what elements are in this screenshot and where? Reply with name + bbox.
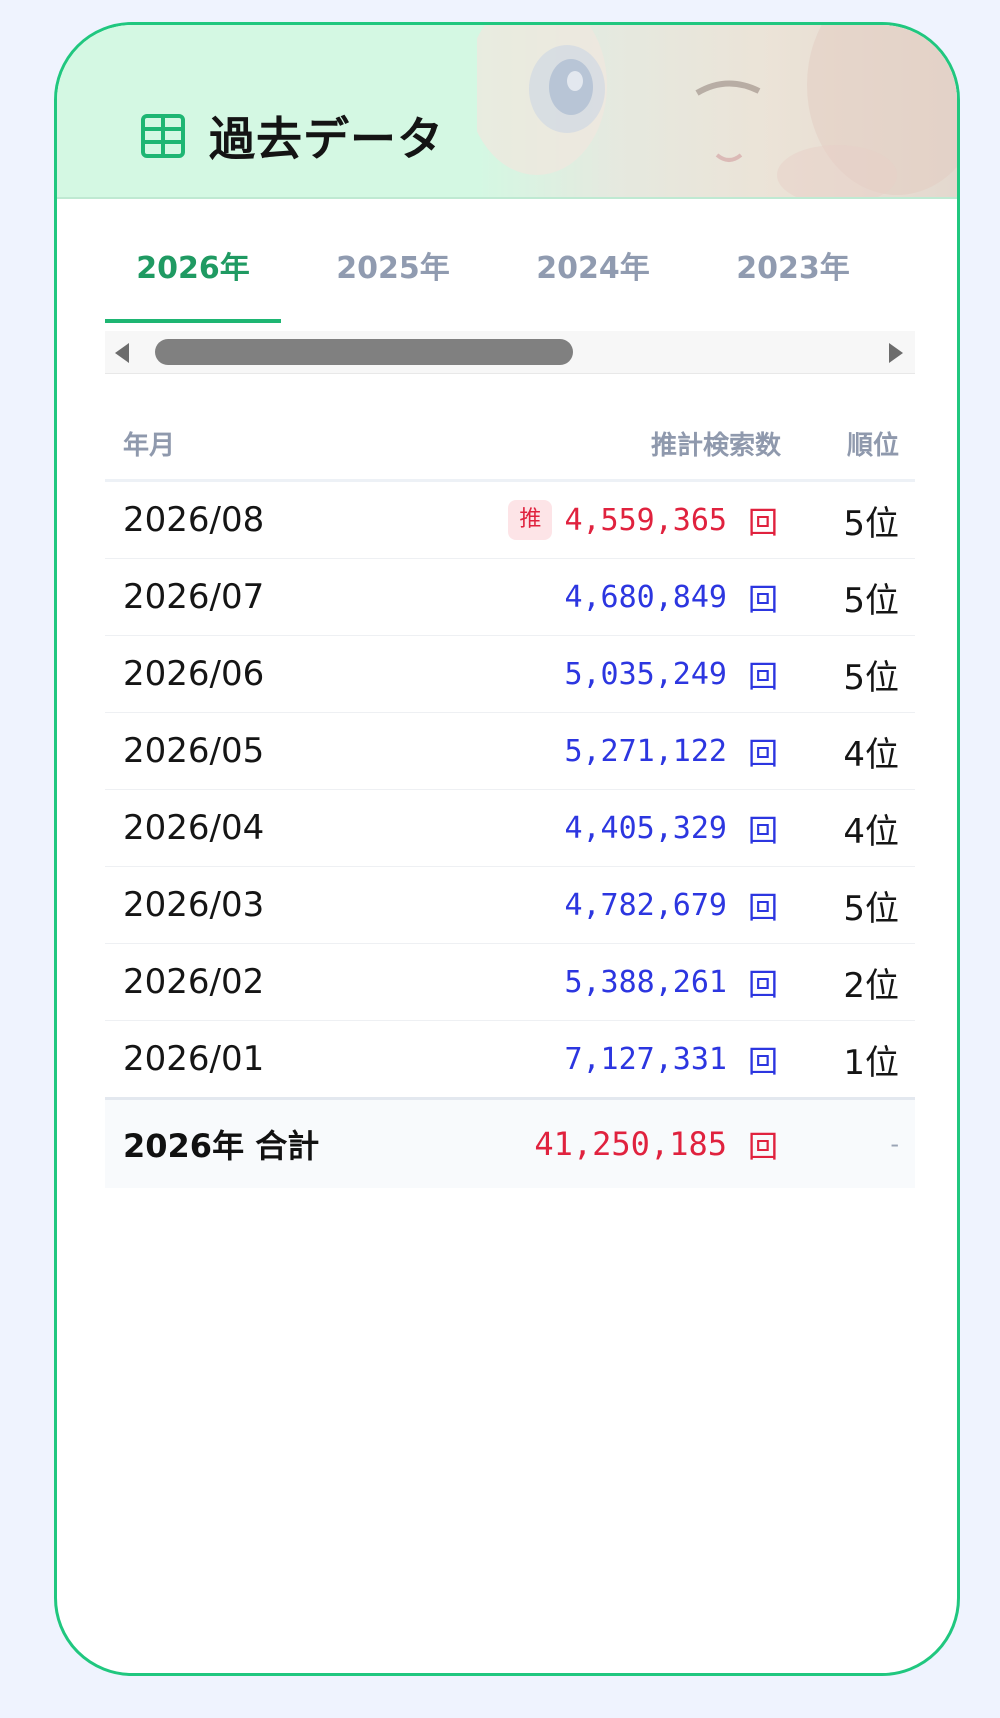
row-unit: 回	[748, 506, 778, 541]
row-unit: 回	[748, 737, 778, 772]
table-row: 2026/07 4,680,849 回 5位	[105, 558, 915, 636]
row-count: 4,782,679	[564, 887, 727, 923]
row-unit: 回	[748, 583, 778, 618]
column-header-rank: 順位	[781, 407, 915, 482]
table-row: 2026/08 推 4,559,365 回 5位	[105, 480, 915, 559]
past-data-card: 過去データ 2026年 2025年 2024年 2023年 年月 推計検索数 順…	[54, 22, 960, 1676]
row-rank: 5位	[843, 503, 899, 544]
row-rank: 5位	[843, 580, 899, 621]
active-tab-indicator	[105, 319, 281, 323]
tab-2026[interactable]: 2026年	[105, 245, 281, 323]
tab-label: 2023年	[736, 251, 850, 286]
total-unit: 回	[748, 1130, 778, 1165]
tab-label: 2026年	[136, 251, 250, 286]
row-count: 5,035,249	[564, 656, 727, 692]
table-header-row: 年月 推計検索数 順位	[105, 407, 915, 482]
total-count: 41,250,185	[534, 1125, 727, 1163]
table-row: 2026/04 4,405,329 回 4位	[105, 789, 915, 867]
row-month: 2026/07	[123, 577, 265, 617]
row-rank: 2位	[843, 965, 899, 1006]
row-rank: 1位	[843, 1042, 899, 1083]
tab-label: 2025年	[336, 251, 450, 286]
row-unit: 回	[748, 968, 778, 1003]
total-label: 2026年 合計	[123, 1127, 320, 1165]
table-row: 2026/01 7,127,331 回 1位	[105, 1020, 915, 1099]
row-count: 4,405,329	[564, 810, 727, 846]
year-tabs: 2026年 2025年 2024年 2023年	[105, 245, 915, 325]
total-row: 2026年 合計 41,250,185 回 -	[105, 1097, 915, 1188]
row-month: 2026/06	[123, 654, 265, 694]
row-month: 2026/04	[123, 808, 265, 848]
row-count: 5,271,122	[564, 733, 727, 769]
row-unit: 回	[748, 891, 778, 926]
row-unit: 回	[748, 1045, 778, 1080]
table-grid-icon	[139, 112, 187, 160]
column-header-month: 年月	[105, 407, 453, 482]
card-header: 過去データ	[57, 25, 957, 199]
scroll-thumb[interactable]	[155, 339, 573, 365]
tab-2023[interactable]: 2023年	[705, 245, 881, 323]
row-count: 4,559,365	[564, 502, 727, 538]
total-rank: -	[890, 1130, 899, 1158]
table-row: 2026/06 5,035,249 回 5位	[105, 635, 915, 713]
tab-2024[interactable]: 2024年	[505, 245, 681, 323]
tabs-scrollbar[interactable]	[105, 331, 915, 374]
monthly-data-table: 年月 推計検索数 順位 2026/08 推 4,559,365 回 5位 202…	[105, 407, 915, 1188]
row-rank: 5位	[843, 657, 899, 698]
row-count: 4,680,849	[564, 579, 727, 615]
row-count: 5,388,261	[564, 964, 727, 1000]
row-month: 2026/05	[123, 731, 265, 771]
row-month: 2026/01	[123, 1039, 265, 1079]
row-month: 2026/02	[123, 962, 265, 1002]
table-row: 2026/02 5,388,261 回 2位	[105, 943, 915, 1021]
table-row: 2026/05 5,271,122 回 4位	[105, 712, 915, 790]
row-unit: 回	[748, 660, 778, 695]
row-month: 2026/08	[123, 500, 265, 540]
estimate-badge: 推	[508, 500, 553, 540]
tab-label: 2024年	[536, 251, 650, 286]
row-count: 7,127,331	[564, 1041, 727, 1077]
tab-2025[interactable]: 2025年	[305, 245, 481, 323]
page-title: 過去データ	[209, 112, 444, 166]
row-rank: 4位	[843, 734, 899, 775]
header-character-illustration	[477, 25, 957, 197]
row-unit: 回	[748, 814, 778, 849]
column-header-count: 推計検索数	[453, 407, 781, 482]
row-rank: 4位	[843, 811, 899, 852]
row-rank: 5位	[843, 888, 899, 929]
table-row: 2026/03 4,782,679 回 5位	[105, 866, 915, 944]
scroll-right-arrow-icon[interactable]	[889, 343, 903, 363]
scroll-left-arrow-icon[interactable]	[115, 343, 129, 363]
row-month: 2026/03	[123, 885, 265, 925]
